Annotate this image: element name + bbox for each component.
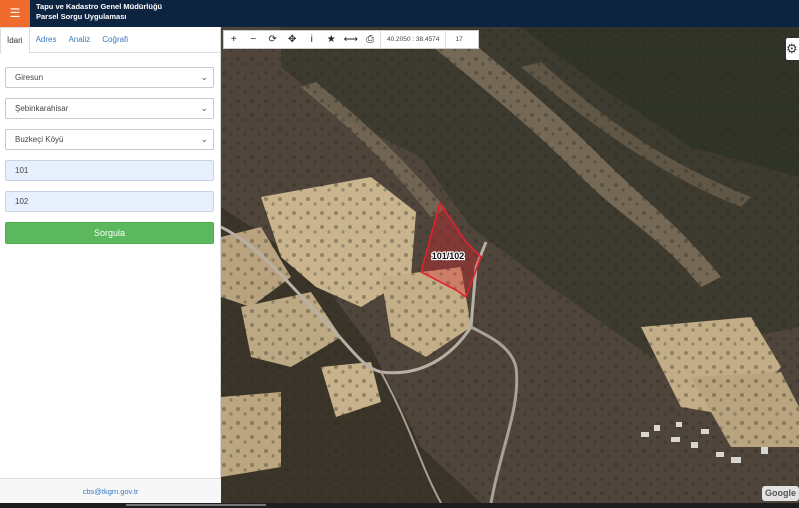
zoom-in-icon[interactable]: + (224, 31, 244, 48)
gear-icon[interactable]: ⚙ (786, 38, 799, 60)
satellite-imagery: 101/102 (221, 27, 799, 503)
contact-email-link[interactable]: cbs@tkgm.gov.tr (83, 487, 139, 496)
google-attribution: Google (762, 486, 799, 501)
print-icon[interactable]: ⎙ (361, 31, 381, 48)
app-title: Tapu ve Kadastro Genel Müdürlüğü Parsel … (36, 2, 162, 22)
measure-icon[interactable]: ⟷ (341, 31, 361, 48)
app-header: ☰ Tapu ve Kadastro Genel Müdürlüğü Parse… (0, 0, 799, 27)
refresh-icon[interactable]: ⟳ (263, 31, 283, 48)
star-icon[interactable]: ★ (322, 31, 342, 48)
neighborhood-value: Buzkeçi Köyü (15, 135, 64, 144)
bottom-bar (0, 503, 799, 508)
chevron-down-icon: ⌄ (200, 134, 208, 144)
tab-cografi[interactable]: Coğrafi (96, 27, 134, 52)
query-button[interactable]: Sorgula (5, 222, 214, 244)
sidebar-footer: cbs@tkgm.gov.tr (0, 478, 221, 503)
app-title-line1: Tapu ve Kadastro Genel Müdürlüğü (36, 2, 163, 11)
chevron-down-icon: ⌄ (200, 103, 208, 113)
block-input[interactable]: 101 (5, 160, 214, 181)
coordinate-readout: 40.2050 : 38.4574 (380, 31, 447, 48)
app-title-line2: Parsel Sorgu Uygulaması (36, 12, 127, 21)
province-select[interactable]: Giresun ⌄ (5, 67, 214, 88)
map-toolbar: + − ⟳ ✥ i ★ ⟷ ⎙ 40.2050 : 38.4574 17 (223, 30, 479, 49)
menu-icon[interactable]: ☰ (0, 0, 30, 27)
info-icon[interactable]: i (302, 31, 322, 48)
province-value: Giresun (15, 73, 44, 82)
parcel-input[interactable]: 102 (5, 191, 214, 212)
district-value: Şebinkarahisar (15, 104, 69, 113)
tab-bar: İdari Adres Analiz Coğrafi (0, 27, 221, 54)
scroll-indicator (126, 504, 266, 506)
tab-analiz[interactable]: Analiz (62, 27, 96, 52)
map-canvas[interactable]: 101/102 (221, 27, 799, 503)
zoom-level: 17 (455, 36, 463, 43)
neighborhood-select[interactable]: Buzkeçi Köyü ⌄ (5, 129, 214, 150)
locate-icon[interactable]: ✥ (283, 31, 303, 48)
sidebar: İdari Adres Analiz Coğrafi Giresun ⌄ Şeb… (0, 27, 221, 503)
zoom-out-icon[interactable]: − (244, 31, 264, 48)
chevron-down-icon: ⌄ (200, 72, 208, 82)
tab-idari[interactable]: İdari (0, 27, 30, 54)
tab-adres[interactable]: Adres (30, 27, 63, 52)
parcel-label: 101/102 (432, 251, 465, 261)
district-select[interactable]: Şebinkarahisar ⌄ (5, 98, 214, 119)
